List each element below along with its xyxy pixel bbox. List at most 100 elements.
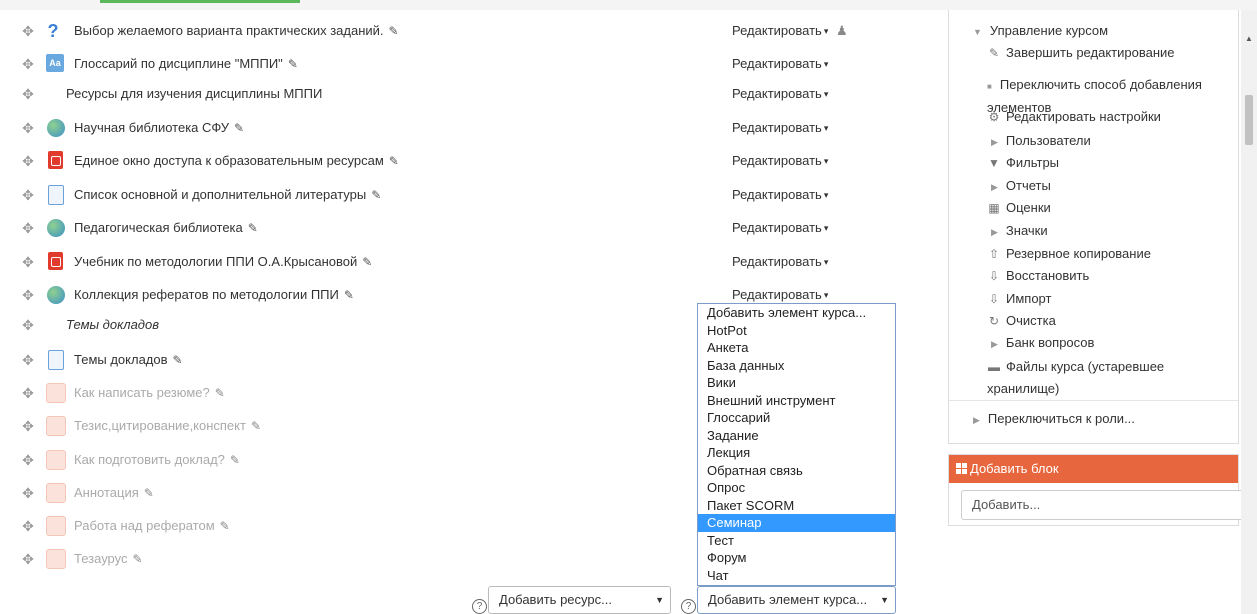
activity-name[interactable]: Научная библиотека СФУ ✎ bbox=[74, 120, 244, 135]
course-admin-item[interactable]: ▶ Пользователи bbox=[991, 131, 1091, 152]
pencil-icon[interactable]: ✎ bbox=[144, 486, 154, 500]
add-block-select[interactable]: Добавить... ▼ bbox=[961, 490, 1254, 520]
move-icon[interactable]: ✥ bbox=[20, 518, 36, 534]
dropdown-option[interactable]: Пакет SCORM bbox=[698, 497, 895, 515]
course-admin-item[interactable]: ✎ Завершить редактирование bbox=[987, 43, 1175, 63]
course-admin-item[interactable]: ▶ Банк вопросов bbox=[991, 333, 1094, 354]
dropdown-option[interactable]: Задание bbox=[698, 427, 895, 445]
switch-role-link[interactable]: ▶ Переключиться к роли... bbox=[973, 409, 1135, 430]
move-icon[interactable]: ✥ bbox=[20, 153, 36, 169]
move-icon[interactable]: ✥ bbox=[20, 120, 36, 136]
activity-name[interactable]: Глоссарий по дисциплине "МППИ" ✎ bbox=[74, 56, 298, 71]
course-admin-item[interactable]: ▶ Отчеты bbox=[991, 176, 1051, 197]
course-admin-item-label: Файлы курса (устаревшее хранилище) bbox=[987, 359, 1165, 396]
pencil-icon[interactable]: ✎ bbox=[215, 386, 225, 400]
pencil-icon[interactable]: ✎ bbox=[389, 154, 399, 168]
course-admin-item[interactable]: ▦ Оценки bbox=[987, 198, 1050, 218]
help-icon[interactable]: ? bbox=[681, 599, 696, 614]
move-icon[interactable]: ✥ bbox=[20, 385, 36, 401]
scroll-up-icon[interactable]: ▲ bbox=[1245, 34, 1253, 43]
edit-menu[interactable]: Редактировать ▾ bbox=[732, 120, 828, 135]
move-icon[interactable]: ✥ bbox=[20, 187, 36, 203]
activity-name[interactable]: Учебник по методологии ППИ О.А.Крысаново… bbox=[74, 254, 372, 269]
pencil-icon[interactable]: ✎ bbox=[251, 419, 261, 433]
course-admin-item[interactable]: ⚙ Редактировать настройки bbox=[987, 107, 1161, 127]
course-admin-item[interactable]: ⇧ Резервное копирование bbox=[987, 244, 1151, 264]
scrollbar-thumb[interactable] bbox=[1245, 95, 1253, 145]
move-icon[interactable]: ✥ bbox=[20, 317, 36, 333]
move-icon[interactable]: ✥ bbox=[20, 254, 36, 270]
move-icon[interactable]: ✥ bbox=[20, 352, 36, 368]
move-icon[interactable]: ✥ bbox=[20, 23, 36, 39]
dropdown-option[interactable]: База данных bbox=[698, 357, 895, 375]
activity-name[interactable]: Коллекция рефератов по методологии ППИ ✎ bbox=[74, 287, 354, 302]
dropdown-option[interactable]: Чат bbox=[698, 567, 895, 585]
edit-menu[interactable]: Редактировать ▾ bbox=[732, 187, 828, 202]
move-icon[interactable]: ✥ bbox=[20, 485, 36, 501]
add-activity-dropdown-list[interactable]: Добавить элемент курса... HotPot Анкета Баз… bbox=[697, 303, 896, 586]
course-admin-item[interactable]: ▶ Значки bbox=[991, 221, 1048, 242]
edit-menu[interactable]: Редактировать ▾ bbox=[732, 56, 828, 71]
dropdown-option[interactable]: Обратная связь bbox=[698, 462, 895, 480]
edit-menu[interactable]: Редактировать ▾ bbox=[732, 254, 828, 269]
move-icon[interactable]: ✥ bbox=[20, 220, 36, 236]
dropdown-option[interactable]: Анкета bbox=[698, 339, 895, 357]
activity-row: ✥ Учебник по методологии ППИ О.А.Крысанов… bbox=[0, 248, 900, 278]
dropdown-option[interactable]: Внешний инструмент bbox=[698, 392, 895, 410]
activity-name[interactable]: Педагогическая библиотека ✎ bbox=[74, 220, 258, 235]
pencil-icon[interactable]: ✎ bbox=[371, 188, 381, 202]
edit-menu[interactable]: Редактировать ▾ ♟ bbox=[732, 23, 848, 39]
pencil-icon[interactable]: ✎ bbox=[248, 221, 258, 235]
activity-name[interactable]: Тезис,цитирование,конспект ✎ bbox=[74, 418, 261, 433]
edit-menu[interactable]: Редактировать ▾ bbox=[732, 220, 828, 235]
move-icon[interactable]: ✥ bbox=[20, 418, 36, 434]
glossary-icon: Aa bbox=[46, 54, 66, 74]
dropdown-option[interactable]: Глоссарий bbox=[698, 409, 895, 427]
course-admin-item[interactable]: ▼ Фильтры bbox=[987, 153, 1059, 173]
pencil-icon[interactable]: ✎ bbox=[173, 353, 183, 367]
dropdown-option[interactable]: HotPot bbox=[698, 322, 895, 340]
activity-name[interactable]: Аннотация ✎ bbox=[74, 485, 154, 500]
move-icon[interactable]: ✥ bbox=[20, 551, 36, 567]
dropdown-option[interactable]: Форум bbox=[698, 549, 895, 567]
edit-menu[interactable]: Редактировать ▾ bbox=[732, 287, 828, 302]
help-icon[interactable]: ? bbox=[472, 599, 487, 614]
edit-menu[interactable]: Редактировать ▾ bbox=[732, 153, 828, 168]
move-icon[interactable]: ✥ bbox=[20, 86, 36, 102]
course-admin-item[interactable]: ↻ Очистка bbox=[987, 311, 1056, 331]
dropdown-option[interactable]: Тест bbox=[698, 532, 895, 550]
scrollbar[interactable]: ▲ bbox=[1241, 10, 1257, 614]
activity-name[interactable]: Как написать резюме? ✎ bbox=[74, 385, 225, 400]
dropdown-option[interactable]: Добавить элемент курса... bbox=[698, 304, 895, 322]
group-mode-icon[interactable]: ♟ bbox=[832, 23, 848, 38]
pencil-icon[interactable]: ✎ bbox=[362, 255, 372, 269]
course-admin-item[interactable]: ⇩ Импорт bbox=[987, 289, 1051, 309]
move-icon[interactable]: ✥ bbox=[20, 452, 36, 468]
dropdown-option[interactable]: Вики bbox=[698, 374, 895, 392]
course-admin-item[interactable]: ⇩ Восстановить bbox=[987, 266, 1089, 286]
pencil-icon[interactable]: ✎ bbox=[230, 453, 240, 467]
course-admin-item[interactable]: ▬ Файлы курса (устаревшее хранилище) bbox=[987, 356, 1197, 399]
move-icon[interactable]: ✥ bbox=[20, 287, 36, 303]
course-admin-title[interactable]: ▼ Управление курсом bbox=[973, 21, 1108, 42]
add-activity-select[interactable]: Добавить элемент курса... ▼ bbox=[697, 586, 896, 614]
activity-name[interactable]: Список основной и дополнительной литерат… bbox=[74, 187, 381, 202]
pencil-icon[interactable]: ✎ bbox=[288, 57, 298, 71]
activity-name[interactable]: Темы докладов ✎ bbox=[74, 352, 183, 367]
pencil-icon[interactable]: ✎ bbox=[220, 519, 230, 533]
edit-menu[interactable]: Редактировать ▾ bbox=[732, 86, 828, 101]
activity-name[interactable]: Тезаурус ✎ bbox=[74, 551, 143, 566]
activity-name[interactable]: Как подготовить доклад? ✎ bbox=[74, 452, 240, 467]
pencil-icon[interactable]: ✎ bbox=[389, 24, 399, 38]
activity-name[interactable]: Единое окно доступа к образовательным ре… bbox=[74, 153, 399, 168]
move-icon[interactable]: ✥ bbox=[20, 56, 36, 72]
activity-name[interactable]: Работа над рефератом ✎ bbox=[74, 518, 230, 533]
dropdown-option[interactable]: Опрос bbox=[698, 479, 895, 497]
dropdown-option[interactable]: Семинар bbox=[698, 514, 895, 532]
add-resource-select[interactable]: Добавить ресурс... ▼ bbox=[488, 586, 671, 614]
dropdown-option[interactable]: Лекция bbox=[698, 444, 895, 462]
pencil-icon[interactable]: ✎ bbox=[234, 121, 244, 135]
activity-name[interactable]: Выбор желаемого варианта практических за… bbox=[74, 23, 399, 38]
pencil-icon[interactable]: ✎ bbox=[133, 552, 143, 566]
pencil-icon[interactable]: ✎ bbox=[344, 288, 354, 302]
